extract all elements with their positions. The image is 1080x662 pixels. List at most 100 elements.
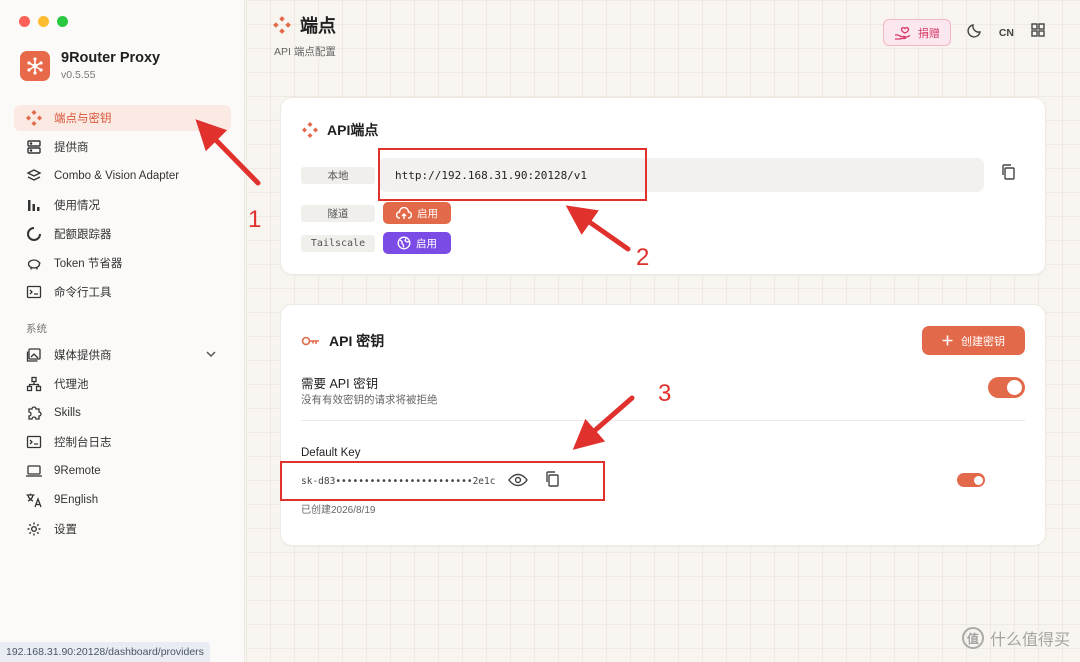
brand: 9Router Proxy v0.5.55	[20, 50, 160, 81]
sidebar-item-9english[interactable]: 9English	[14, 487, 231, 513]
local-label: 本地	[301, 167, 375, 184]
tailscale-enable-label: 启用	[416, 237, 437, 250]
window-controls	[19, 16, 68, 27]
bar-chart-icon	[24, 196, 44, 214]
sidebar-item-label: 使用情况	[54, 200, 100, 212]
donate-label: 捐赠	[917, 27, 940, 40]
sidebar-section-system: 系统	[26, 323, 47, 335]
top-actions: 捐赠 CN	[882, 19, 1046, 46]
local-url-field[interactable]: http://192.168.31.90:20128/v1	[379, 158, 984, 192]
watermark: 值 什么值得买	[961, 626, 1070, 650]
endpoint-icon	[302, 122, 318, 138]
sidebar-item-label: 9Remote	[54, 465, 101, 477]
endpoint-card: API端点 本地 http://192.168.31.90:20128/v1 隧…	[280, 97, 1046, 275]
translate-icon	[24, 491, 44, 509]
endpoint-icon	[24, 109, 44, 127]
sidebar-item-label: 端点与密钥	[54, 113, 112, 125]
sidebar-nav: 端点与密钥 提供商 Combo & Vision Adapter 使用情况 配额…	[14, 105, 231, 545]
create-key-label: 创建密钥	[961, 335, 1005, 348]
divider	[301, 420, 1025, 421]
key-enabled-toggle[interactable]	[957, 473, 985, 487]
key-created-date: 已创建2026/8/19	[301, 505, 376, 516]
require-key-description: 没有有效密钥的请求将被拒绝	[301, 394, 438, 406]
piggy-bank-icon	[24, 254, 44, 272]
sidebar-item-9remote[interactable]: 9Remote	[14, 458, 231, 484]
sidebar-item-label: 提供商	[54, 142, 89, 154]
network-icon	[24, 375, 44, 393]
api-keys-card-title-text: API 密钥	[329, 333, 385, 349]
page-title: 端点	[272, 12, 336, 38]
sidebar-item-label: Combo & Vision Adapter	[54, 170, 180, 182]
donate-hand-icon	[894, 26, 911, 40]
sidebar-item-label: 命令行工具	[54, 287, 112, 299]
server-icon	[24, 138, 44, 156]
tailscale-label: Tailscale	[301, 235, 375, 252]
watermark-badge: 值	[961, 627, 984, 649]
sidebar-item-label: 设置	[54, 524, 77, 536]
key-icon	[301, 336, 319, 346]
layers-icon	[24, 167, 44, 185]
sidebar-item-usage[interactable]: 使用情况	[14, 192, 231, 218]
sidebar-item-endpoints[interactable]: 端点与密钥	[14, 105, 231, 131]
watermark-text: 什么值得买	[989, 632, 1070, 649]
sidebar-item-providers[interactable]: 提供商	[14, 134, 231, 160]
app-name: 9Router Proxy	[61, 50, 161, 66]
tunnel-label: 隧道	[301, 205, 375, 222]
moon-icon[interactable]	[967, 22, 983, 43]
terminal-icon	[24, 283, 44, 301]
require-key-title: 需要 API 密钥	[301, 377, 379, 391]
app-logo-icon	[20, 50, 50, 81]
sidebar-item-label: 配额跟踪器	[54, 229, 112, 241]
sidebar: 9Router Proxy v0.5.55 端点与密钥 提供商 Combo & …	[0, 0, 245, 662]
sidebar-item-combo[interactable]: Combo & Vision Adapter	[14, 163, 231, 189]
media-icon	[24, 346, 44, 364]
grid-icon[interactable]	[1030, 22, 1046, 43]
page-header: 端点 API 端点配置	[272, 12, 336, 59]
page-title-text: 端点	[300, 16, 336, 36]
require-key-toggle[interactable]	[988, 377, 1025, 398]
api-keys-card-title: API 密钥	[301, 331, 384, 351]
puzzle-icon	[24, 404, 44, 422]
close-window-button[interactable]	[19, 16, 30, 27]
sidebar-item-label: Skills	[54, 407, 81, 419]
minimize-window-button[interactable]	[38, 16, 49, 27]
tunnel-enable-label: 启用	[417, 207, 438, 220]
endpoint-card-title: API端点	[301, 120, 378, 140]
endpoint-card-title-text: API端点	[327, 122, 379, 138]
app-window: 9Router Proxy v0.5.55 端点与密钥 提供商 Combo & …	[0, 0, 1080, 662]
copy-key-icon[interactable]	[542, 469, 562, 489]
plus-icon	[942, 335, 953, 346]
tailscale-enable-button[interactable]: 启用	[383, 232, 451, 254]
create-key-button[interactable]: 创建密钥	[922, 326, 1025, 355]
sidebar-item-console-logs[interactable]: 控制台日志	[14, 429, 231, 455]
main-content: 端点 API 端点配置 捐赠 CN API端点 本地 http://192.16…	[246, 0, 1080, 662]
console-icon	[24, 433, 44, 451]
eye-icon[interactable]	[507, 471, 529, 489]
globe-icon	[397, 236, 411, 250]
sidebar-item-quota[interactable]: 配额跟踪器	[14, 221, 231, 247]
sidebar-item-skills[interactable]: Skills	[14, 400, 231, 426]
key-value: sk-d83••••••••••••••••••••••••2e1c	[301, 476, 496, 487]
sidebar-item-label: 代理池	[54, 379, 89, 391]
maximize-window-button[interactable]	[57, 16, 68, 27]
gear-icon	[24, 520, 44, 538]
sidebar-item-cli[interactable]: 命令行工具	[14, 279, 231, 305]
chevron-down-icon[interactable]	[205, 348, 217, 363]
sidebar-item-media-providers[interactable]: 媒体提供商	[14, 342, 231, 368]
donate-button[interactable]: 捐赠	[882, 19, 951, 46]
app-version: v0.5.55	[61, 69, 96, 81]
sidebar-item-token-saver[interactable]: Token 节省器	[14, 250, 231, 276]
key-name: Default Key	[301, 447, 361, 459]
sidebar-item-label: 控制台日志	[54, 437, 112, 449]
api-keys-card: API 密钥 创建密钥 需要 API 密钥 没有有效密钥的请求将被拒绝 Defa…	[280, 304, 1046, 546]
language-switch[interactable]: CN	[999, 27, 1014, 39]
cloud-upload-icon	[396, 206, 412, 219]
sidebar-item-settings[interactable]: 设置	[14, 516, 231, 542]
copy-icon[interactable]	[997, 161, 1019, 183]
tunnel-enable-button[interactable]: 启用	[383, 202, 451, 224]
endpoint-icon	[273, 16, 291, 34]
laptop-icon	[24, 462, 44, 480]
ring-icon	[24, 225, 44, 243]
sidebar-item-proxy-pool[interactable]: 代理池	[14, 371, 231, 397]
status-url: 192.168.31.90:20128/dashboard/providers	[0, 642, 210, 662]
